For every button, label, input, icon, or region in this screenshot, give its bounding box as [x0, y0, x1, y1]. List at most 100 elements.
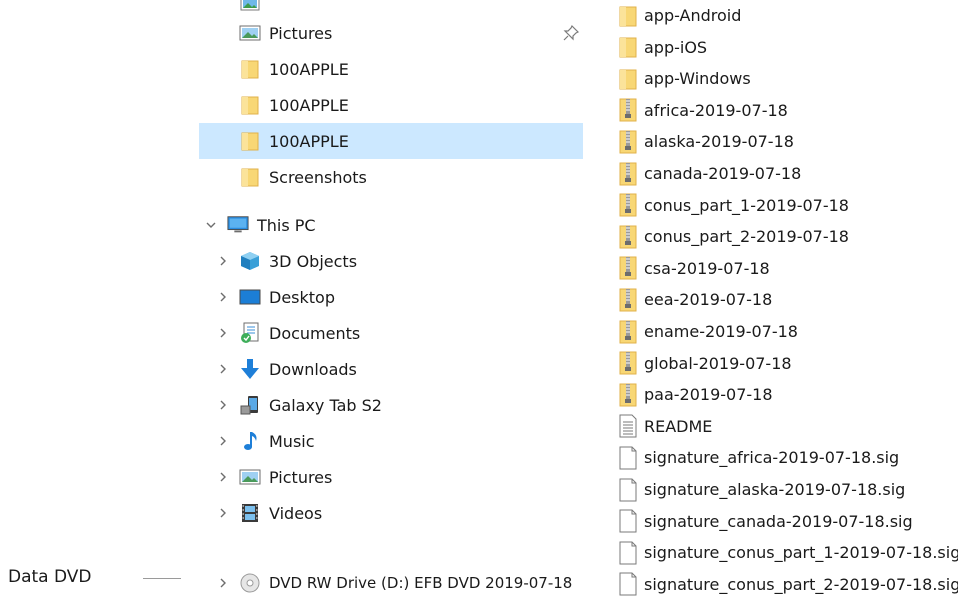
nav-item-label: Desktop [269, 287, 335, 307]
file-name: signature_conus_part_2-2019-07-18.sig [644, 574, 958, 594]
dvd-drive-icon [239, 572, 261, 594]
file-row[interactable]: paa-2019-07-18 [609, 379, 958, 410]
nav-item-label: Videos [269, 503, 323, 523]
nav-item-label: Downloads [269, 359, 357, 379]
file-name: signature_conus_part_1-2019-07-18.sig [644, 543, 958, 563]
chevron-right-icon[interactable] [216, 398, 230, 412]
nav-item-galaxy-tab[interactable]: Galaxy Tab S2 [199, 387, 583, 423]
chevron-down-icon[interactable] [204, 218, 218, 232]
pictures-icon [239, 22, 261, 44]
file-icon [617, 478, 639, 502]
file-row[interactable]: global-2019-07-18 [609, 348, 958, 379]
nav-item-this-pc[interactable]: This PC [199, 207, 583, 243]
file-row[interactable]: app-iOS [609, 32, 958, 63]
pin-icon[interactable] [563, 24, 580, 41]
file-name: app-Android [644, 6, 742, 25]
nav-item-videos[interactable]: Videos [199, 495, 583, 531]
nav-item-label: Documents [269, 323, 361, 343]
chevron-right-icon[interactable] [216, 434, 230, 448]
zip-folder-icon [617, 225, 639, 249]
folder-icon [239, 130, 261, 152]
file-row[interactable]: conus_part_1-2019-07-18 [609, 190, 958, 221]
nav-item-100apple-1[interactable]: 100APPLE [199, 51, 583, 87]
folder-icon [239, 58, 261, 80]
pictures-icon [239, 466, 261, 488]
file-name: conus_part_1-2019-07-18 [644, 195, 849, 215]
folder-icon [617, 35, 639, 59]
file-row[interactable]: README [609, 411, 958, 442]
callout-line [143, 578, 181, 579]
nav-item-label: Music [269, 431, 315, 451]
nav-item-100apple-2[interactable]: 100APPLE [199, 87, 583, 123]
desktop-icon [239, 286, 261, 308]
chevron-right-icon[interactable] [216, 576, 230, 590]
file-name: alaska-2019-07-18 [644, 132, 794, 152]
file-row[interactable]: africa-2019-07-18 [609, 95, 958, 126]
file-row[interactable]: signature_alaska-2019-07-18.sig [609, 474, 958, 505]
file-name: signature_africa-2019-07-18.sig [644, 448, 900, 468]
this-pc-icon [227, 214, 249, 236]
file-name: global-2019-07-18 [644, 353, 792, 373]
file-name: africa-2019-07-18 [644, 100, 788, 120]
file-row[interactable]: signature_conus_part_2-2019-07-18.sig [609, 569, 958, 598]
music-icon [239, 430, 261, 452]
navigation-pane[interactable]: Pictures 100APPLE 100APPLE 100APPLE Scre… [199, 0, 583, 598]
file-icon [617, 572, 639, 596]
file-row[interactable]: canada-2019-07-18 [609, 158, 958, 189]
chevron-right-icon[interactable] [216, 254, 230, 268]
pictures-icon-partial [239, 0, 261, 15]
file-name: app-Windows [644, 69, 751, 89]
chevron-right-icon[interactable] [216, 290, 230, 304]
file-row[interactable]: app-Windows [609, 63, 958, 94]
nav-item-downloads[interactable]: Downloads [199, 351, 583, 387]
zip-folder-icon [617, 320, 639, 344]
file-name: app-iOS [644, 37, 708, 57]
file-icon [617, 446, 639, 470]
nav-item-pictures[interactable]: Pictures [199, 459, 583, 495]
file-row[interactable]: ename-2019-07-18 [609, 316, 958, 347]
nav-item-3d-objects[interactable]: 3D Objects [199, 243, 583, 279]
file-row[interactable]: alaska-2019-07-18 [609, 126, 958, 157]
zip-folder-icon [617, 162, 639, 186]
file-name: ename-2019-07-18 [644, 322, 798, 341]
file-row[interactable]: csa-2019-07-18 [609, 253, 958, 284]
zip-folder-icon [617, 130, 639, 154]
videos-icon [239, 502, 261, 524]
zip-folder-icon [617, 256, 639, 280]
zip-folder-icon [617, 351, 639, 375]
nav-item-label: 100APPLE [269, 131, 349, 151]
chevron-right-icon[interactable] [216, 506, 230, 520]
nav-item-label: Pictures [269, 23, 333, 43]
chevron-right-icon[interactable] [216, 326, 230, 340]
zip-folder-icon [617, 193, 639, 217]
file-row[interactable]: signature_canada-2019-07-18.sig [609, 506, 958, 537]
nav-item-label: 3D Objects [269, 251, 358, 271]
file-row[interactable]: conus_part_2-2019-07-18 [609, 221, 958, 252]
file-row[interactable]: signature_conus_part_1-2019-07-18.sig [609, 537, 958, 568]
nav-item-100apple-3[interactable]: 100APPLE [199, 123, 583, 159]
downloads-icon [239, 358, 261, 380]
nav-item-dvd-drive[interactable]: DVD RW Drive (D:) EFB DVD 2019-07-18 [199, 565, 583, 598]
file-row[interactable]: signature_africa-2019-07-18.sig [609, 442, 958, 473]
chevron-right-icon[interactable] [216, 362, 230, 376]
nav-item-documents[interactable]: Documents [199, 315, 583, 351]
3d-objects-icon [239, 250, 261, 272]
nav-item-screenshots[interactable]: Screenshots [199, 159, 583, 195]
nav-item-desktop[interactable]: Desktop [199, 279, 583, 315]
nav-item-label: 100APPLE [269, 59, 349, 79]
file-name: signature_canada-2019-07-18.sig [644, 511, 913, 531]
folder-icon [239, 166, 261, 188]
folder-icon [239, 94, 261, 116]
zip-folder-icon [617, 98, 639, 122]
file-explorer-window: Pictures 100APPLE 100APPLE 100APPLE Scre… [199, 0, 958, 598]
chevron-right-icon[interactable] [216, 470, 230, 484]
file-row[interactable]: app-Android [609, 0, 958, 31]
text-file-icon [617, 414, 639, 438]
zip-folder-icon [617, 383, 639, 407]
file-row[interactable]: eea-2019-07-18 [609, 284, 958, 315]
file-name: canada-2019-07-18 [644, 164, 802, 183]
nav-item-music[interactable]: Music [199, 423, 583, 459]
nav-item-pictures-quick[interactable]: Pictures [199, 15, 583, 51]
file-list[interactable]: app-Android app-iOS app-Windows africa-2019… [609, 0, 958, 598]
file-name: README [644, 416, 713, 436]
